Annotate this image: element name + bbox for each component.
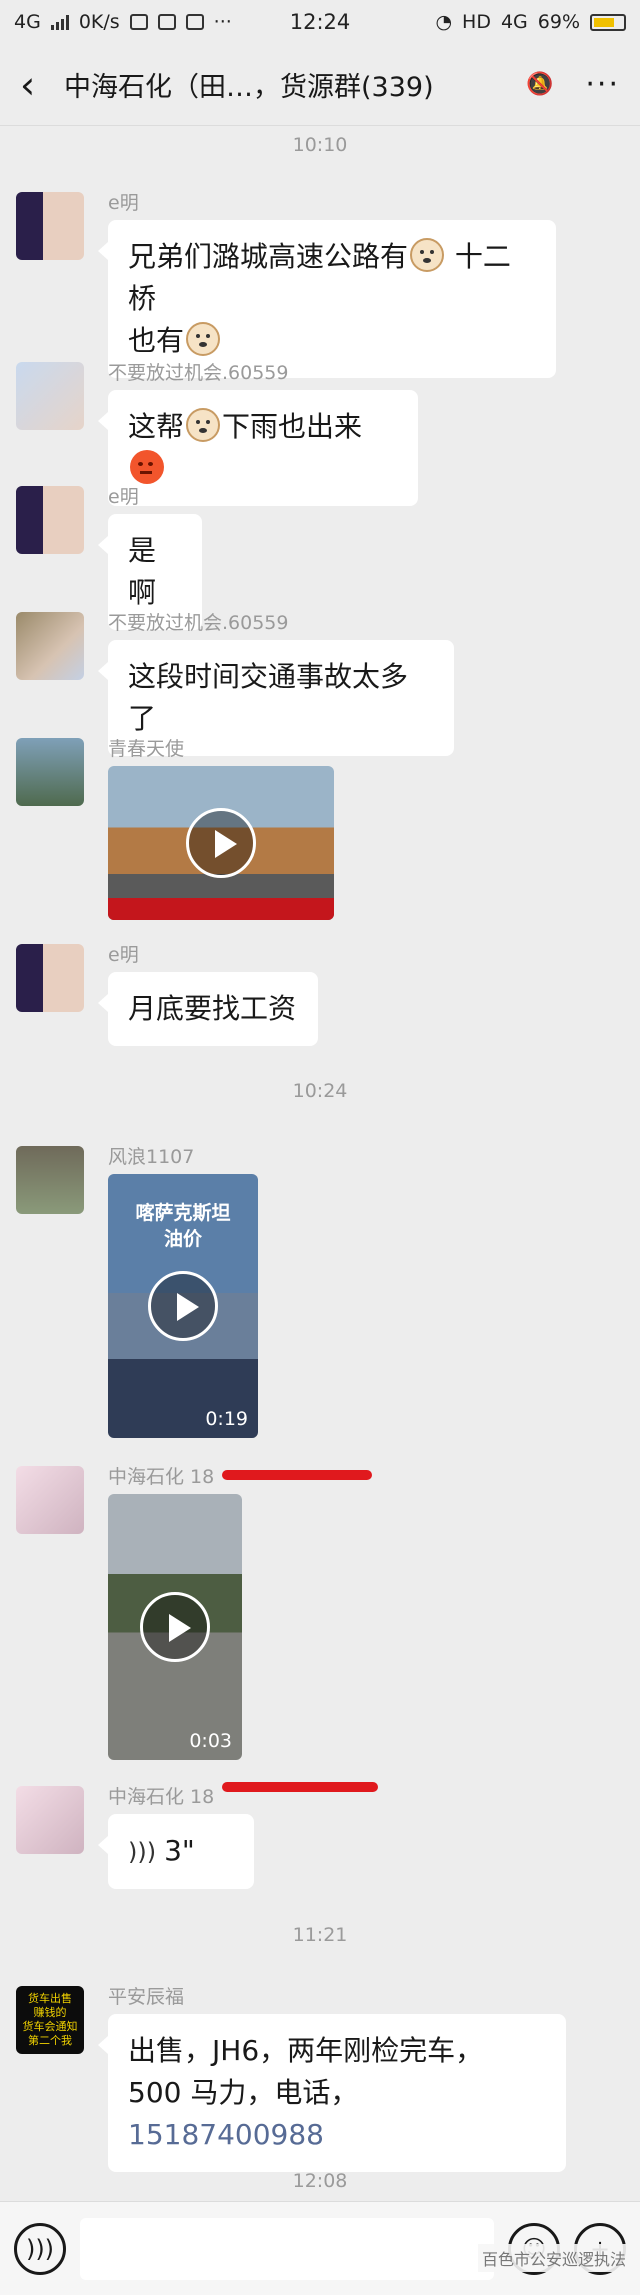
- alarm-icon: ◔: [435, 11, 453, 33]
- sender-name: e明: [108, 192, 139, 214]
- dog-emoji-icon: [186, 322, 221, 356]
- avatar[interactable]: [16, 362, 84, 430]
- sender-name: 不要放过机会.60559: [108, 362, 289, 384]
- more-dots-icon: ···: [585, 67, 620, 102]
- battery-icon: [590, 13, 626, 31]
- message-item: e明 兄弟们潞城高速公路有 十二桥 也有: [16, 192, 624, 378]
- bell-off-icon: 🔕: [526, 72, 554, 97]
- sender-name: 中海石化 18: [108, 1786, 215, 1808]
- sender-name: 青春天使: [108, 738, 185, 760]
- message-item: 不要放过机会.60559 这段时间交通事故太多了: [16, 612, 624, 756]
- avatar[interactable]: [16, 738, 84, 806]
- message-item: e明 是啊: [16, 486, 624, 630]
- message-item: 中海石化 18 0:03: [16, 1466, 624, 1766]
- message-item: 风浪1107 喀萨克斯坦 油价 0:19: [16, 1146, 624, 1446]
- news-banner: [108, 898, 334, 920]
- sender-name: 不要放过机会.60559: [108, 612, 289, 634]
- sender-name: 平安辰福: [108, 1986, 185, 2008]
- message-item: 货车出售 赚钱的 货车会通知 第二个我 平安辰福 出售，JH6，两年刚检完车， …: [16, 1986, 624, 2172]
- voice-message[interactable]: ))) 3": [98, 1814, 254, 1889]
- video-message[interactable]: 喀萨克斯坦 油价 0:19: [108, 1174, 258, 1438]
- dog-emoji-icon: [410, 238, 445, 272]
- video-message[interactable]: 0:03: [108, 1494, 242, 1760]
- dog-emoji-icon: [186, 408, 221, 442]
- red-redaction-mark: [222, 1782, 378, 1792]
- message-text: 也有: [128, 324, 185, 357]
- avatar[interactable]: 货车出售 赚钱的 货车会通知 第二个我: [16, 1986, 84, 2054]
- voice-icon: ))): [25, 2234, 55, 2263]
- sender-name: 中海石化 18: [108, 1466, 215, 1488]
- chat-header: ‹ 中海石化（田…，货源群(339) 🔕 ···: [0, 44, 640, 126]
- video-caption: 喀萨克斯坦 油价: [135, 1202, 231, 1250]
- avatar[interactable]: [16, 192, 84, 260]
- signal-icon: [50, 14, 69, 30]
- back-button[interactable]: ‹: [20, 63, 64, 107]
- message-text: 出售，JH6，两年刚检完车，: [128, 2034, 484, 2067]
- video-message[interactable]: [108, 766, 334, 920]
- time-separator: 12:08: [292, 2170, 348, 2192]
- time-separator: 10:24: [292, 1080, 348, 1102]
- network-speed: 0K/s: [78, 11, 120, 33]
- message-text: 是啊: [128, 534, 157, 609]
- message-bubble[interactable]: 兄弟们潞城高速公路有 十二桥 也有: [98, 220, 556, 378]
- voice-button[interactable]: ))): [14, 2222, 66, 2275]
- avatar[interactable]: [16, 1786, 84, 1854]
- video-duration: 0:19: [205, 1408, 248, 1430]
- message-text: 500 马力，电话，: [128, 2076, 359, 2109]
- play-icon[interactable]: [140, 1592, 210, 1662]
- voice-wave-icon: ))): [128, 1838, 157, 1866]
- avatar[interactable]: [16, 944, 84, 1012]
- voice-length: 3": [164, 1834, 195, 1867]
- more-notifications-icon: ···: [213, 11, 232, 33]
- avatar[interactable]: [16, 1466, 84, 1534]
- message-bubble[interactable]: 月底要找工资: [98, 972, 318, 1046]
- message-text: 兄弟们潞城高速公路有: [128, 240, 409, 273]
- message-item: 中海石化 18 ))) 3": [16, 1782, 624, 1896]
- chat-title: 中海石化（田…，货源群(339): [64, 72, 434, 103]
- chevron-left-icon: ‹: [20, 62, 36, 107]
- play-icon[interactable]: [148, 1271, 218, 1341]
- network-right-label: 4G: [500, 11, 528, 33]
- chat-area[interactable]: 10:10 e明 兄弟们潞城高速公路有 十二桥 也有 不要放过机会.60559 …: [0, 126, 640, 2201]
- avatar[interactable]: [16, 1146, 84, 1214]
- message-text: 下雨也出来: [222, 410, 363, 443]
- wechat-notification-icon: [129, 14, 148, 30]
- message-item: 不要放过机会.60559 这帮 下雨也出来: [16, 362, 624, 506]
- message-bubble[interactable]: 出售，JH6，两年刚检完车， 500 马力，电话， 15187400988: [98, 2014, 566, 2172]
- network-label: 4G: [14, 11, 41, 33]
- message-text: 这段时间交通事故太多了: [128, 660, 409, 735]
- battery-percent: 69%: [537, 11, 580, 33]
- app-notification-icon: [157, 14, 176, 30]
- message-text: 月底要找工资: [128, 992, 297, 1025]
- red-redaction-mark: [222, 1470, 372, 1480]
- message-input[interactable]: [80, 2217, 494, 2280]
- watermark: 百色市公安巡逻执法: [477, 2244, 630, 2272]
- angry-emoji-icon: [130, 450, 164, 484]
- play-icon[interactable]: [186, 808, 256, 878]
- sender-name: 风浪1107: [108, 1146, 195, 1168]
- phone-link[interactable]: 15187400988: [128, 2118, 324, 2151]
- message-notification-icon: [185, 14, 204, 30]
- message-item: e明 月底要找工资: [16, 944, 624, 1054]
- more-button[interactable]: ···: [560, 67, 620, 102]
- avatar[interactable]: [16, 486, 84, 554]
- sender-name: e明: [108, 486, 139, 508]
- message-text: 这帮: [128, 410, 185, 443]
- message-item: 青春天使: [16, 738, 624, 920]
- sender-name: e明: [108, 944, 139, 966]
- avatar[interactable]: [16, 612, 84, 680]
- hd-label: HD: [462, 11, 491, 33]
- time-separator: 10:10: [292, 134, 348, 156]
- time-separator: 11:21: [292, 1924, 348, 1946]
- video-duration: 0:03: [189, 1730, 232, 1752]
- status-bar: 4G 0K/s ··· 12:24 ◔ HD 4G 69%: [0, 0, 640, 44]
